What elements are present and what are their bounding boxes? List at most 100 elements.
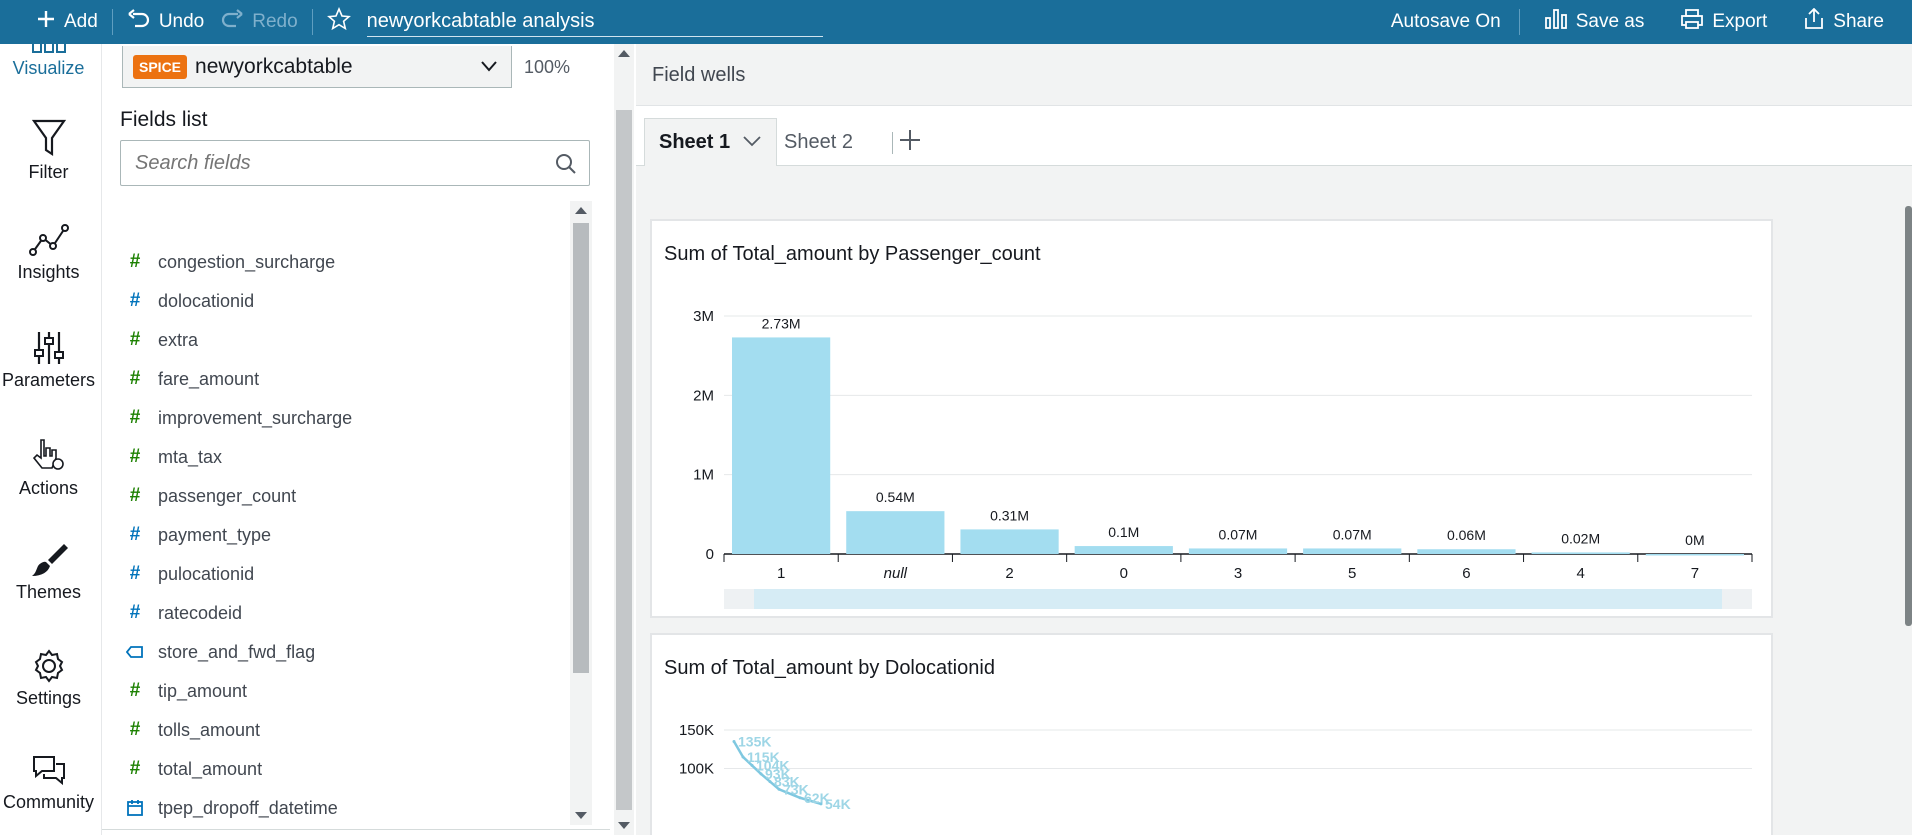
left-navigation: Visualize Filter Insights Parameters Act…: [0, 37, 102, 835]
favorite-star-button[interactable]: [319, 0, 359, 44]
undo-icon: [127, 8, 151, 36]
nav-insights-label: Insights: [17, 262, 80, 282]
tab-label: Sheet 1: [659, 131, 731, 153]
undo-button[interactable]: Undo: [119, 0, 212, 44]
sheet-canvas: Sum of Total_amount by Passenger_count 0…: [636, 166, 1912, 835]
bar-chart-icon: [1544, 8, 1568, 36]
line-chart-visual[interactable]: Sum of Total_amount by Dolocationid 100K…: [650, 633, 1773, 835]
field-name: payment_type: [158, 524, 272, 545]
field-item[interactable]: # payment_type: [124, 519, 271, 551]
tab-label: Sheet 2: [784, 130, 853, 153]
field-item[interactable]: store_and_fwd_flag: [124, 636, 315, 668]
field-item[interactable]: # fare_amount: [124, 363, 259, 395]
export-button[interactable]: Export: [1662, 0, 1785, 44]
bar-chart-visual[interactable]: Sum of Total_amount by Passenger_count 0…: [650, 219, 1773, 618]
fields-scrollbar[interactable]: [570, 201, 592, 825]
fields-list-heading: Fields list: [120, 108, 208, 131]
save-as-button[interactable]: Save as: [1526, 0, 1663, 44]
field-item[interactable]: # tolls_amount: [124, 714, 260, 746]
hash-dimension-icon: #: [129, 563, 141, 584]
field-item[interactable]: # ratecodeid: [124, 597, 242, 629]
nav-settings[interactable]: Settings: [0, 648, 97, 709]
string-tag-icon: [124, 645, 146, 659]
nav-filter[interactable]: Filter: [0, 118, 97, 183]
data-label: 0.1M: [1108, 524, 1139, 540]
field-item[interactable]: # total_amount: [124, 753, 262, 785]
y-tick-label: 150K: [679, 722, 714, 739]
x-tick-label: 5: [1348, 565, 1356, 582]
field-item[interactable]: # improvement_surcharge: [124, 402, 352, 434]
nav-parameters[interactable]: Parameters: [0, 330, 97, 391]
hash-measure-icon: #: [129, 368, 141, 389]
toolbar-divider: [111, 9, 113, 35]
panel-scrollbar[interactable]: [614, 44, 634, 835]
search-fields-input[interactable]: [135, 151, 545, 175]
paintbrush-icon: [0, 542, 97, 578]
add-label: Add: [64, 11, 98, 32]
nav-community[interactable]: Community: [0, 754, 97, 813]
printer-icon: [1680, 8, 1704, 36]
scrollbar-thumb[interactable]: [616, 110, 632, 810]
tab-sheet-1[interactable]: Sheet 1: [644, 118, 778, 166]
nav-actions-label: Actions: [18, 478, 79, 498]
field-item[interactable]: tpep_dropoff_datetime: [124, 792, 338, 824]
field-item[interactable]: # mta_tax: [124, 441, 222, 473]
data-label: 2.73M: [762, 315, 801, 331]
data-point: [798, 796, 802, 800]
calendar-icon: [124, 799, 146, 817]
bar-chart: 0 1M 2M 3M 2.73M 1 0.54M null 0.31M 2 0.1M 0 0.07M 3 0…: [693, 308, 1753, 609]
nav-insights[interactable]: Insights: [0, 224, 97, 283]
scroll-down-icon[interactable]: [575, 812, 587, 819]
star-icon: [326, 6, 351, 37]
hash-dimension-icon: #: [129, 602, 141, 623]
data-label: 0.07M: [1333, 526, 1372, 542]
data-label: 0.54M: [876, 489, 915, 505]
scrollbar-thumb[interactable]: [1905, 206, 1912, 626]
scroll-selection: [754, 589, 1722, 609]
redo-label: Redo: [252, 11, 298, 32]
main-canvas: Field wells Sheet 1 Sheet 2 Sum of Total…: [636, 44, 1912, 835]
analysis-title-input[interactable]: newyorkcabtable analysis: [366, 8, 823, 37]
field-wells-bar[interactable]: Field wells: [636, 44, 1912, 106]
autosave-toggle[interactable]: Autosave On: [1373, 0, 1513, 44]
dataset-dropdown[interactable]: SPICE newyorkcabtable: [122, 46, 512, 88]
field-name: congestion_surcharge: [158, 251, 336, 272]
field-item[interactable]: # congestion_surcharge: [124, 246, 335, 278]
fields-list: # congestion_surcharge # dolocationid # ext…: [102, 198, 562, 828]
scroll-down-icon[interactable]: [618, 822, 630, 829]
scroll-up-icon[interactable]: [618, 50, 630, 57]
canvas-scrollbar[interactable]: [1904, 166, 1912, 835]
field-item[interactable]: # passenger_count: [124, 480, 296, 512]
chevron-down-icon[interactable]: [742, 131, 762, 154]
data-point: [750, 763, 754, 767]
field-item[interactable]: # tip_amount: [124, 675, 247, 707]
data-label: 0.06M: [1447, 527, 1486, 543]
search-icon[interactable]: [555, 153, 577, 180]
panel-divider: [102, 829, 610, 830]
field-name: store_and_fwd_flag: [158, 641, 316, 662]
nav-visualize[interactable]: Visualize: [0, 32, 97, 79]
hash-measure-icon: #: [129, 485, 141, 506]
data-point: [741, 755, 745, 759]
field-name: tip_amount: [158, 680, 248, 701]
field-item[interactable]: # extra: [124, 324, 198, 356]
scrollbar-thumb[interactable]: [573, 223, 589, 673]
tab-sheet-2[interactable]: Sheet 2: [770, 118, 867, 166]
nav-actions[interactable]: Actions: [0, 436, 97, 499]
nav-themes[interactable]: Themes: [0, 542, 97, 603]
add-sheet-button[interactable]: [898, 128, 922, 158]
field-item[interactable]: # pulocationid: [124, 558, 254, 590]
share-button[interactable]: Share: [1785, 0, 1912, 44]
y-tick-label: 1M: [693, 467, 714, 484]
hash-dimension-icon: #: [129, 524, 141, 545]
field-item[interactable]: # dolocationid: [124, 285, 254, 317]
bar: [732, 337, 831, 554]
nav-parameters-label: Parameters: [1, 370, 96, 390]
top-toolbar: Add Undo Redo newyorkcabtable analysis A…: [0, 0, 1912, 44]
redo-button[interactable]: Redo: [212, 0, 305, 44]
scroll-up-icon[interactable]: [575, 207, 587, 214]
undo-label: Undo: [158, 11, 205, 32]
hash-measure-icon: #: [129, 251, 141, 272]
line-chart: 100K150K135K115K104K93K83K73K62K54K: [679, 722, 1752, 812]
y-tick-label: 3M: [693, 308, 714, 325]
